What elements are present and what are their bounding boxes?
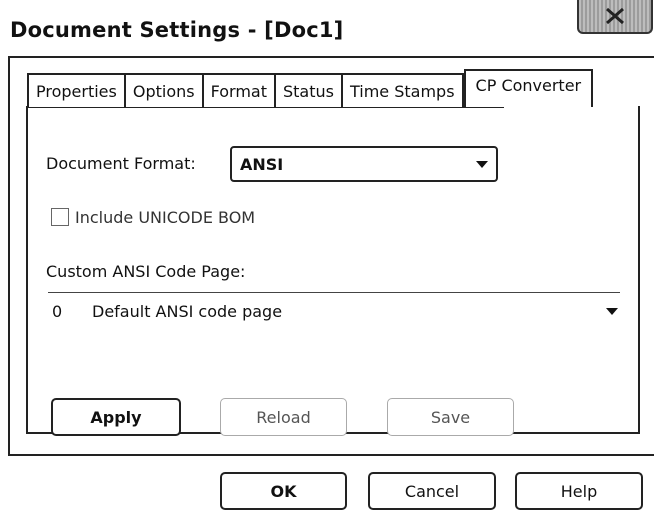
custom-code-page-label: Custom ANSI Code Page: xyxy=(46,262,246,281)
include-bom-checkbox[interactable] xyxy=(51,208,69,226)
cancel-button[interactable]: Cancel xyxy=(368,472,496,510)
apply-button[interactable]: Apply xyxy=(51,398,181,436)
chevron-down-icon xyxy=(476,160,488,168)
help-button[interactable]: Help xyxy=(515,472,643,510)
code-page-dropdown[interactable]: 0 Default ANSI code page xyxy=(48,298,618,324)
document-format-dropdown[interactable]: ANSI xyxy=(230,146,498,182)
reload-button[interactable]: Reload xyxy=(220,398,347,436)
tab-time-stamps[interactable]: Time Stamps xyxy=(342,73,464,107)
code-page-divider xyxy=(48,292,620,293)
tab-strip: Properties Options Format Status Time St… xyxy=(27,69,594,107)
window-title: Document Settings - [Doc1] xyxy=(10,18,344,42)
tab-cp-converter[interactable]: CP Converter xyxy=(463,69,594,107)
tab-format[interactable]: Format xyxy=(203,73,276,107)
tab-status[interactable]: Status xyxy=(275,73,343,107)
close-button[interactable] xyxy=(577,0,653,34)
document-settings-window: Document Settings - [Doc1] Properties Op… xyxy=(0,0,655,523)
save-button[interactable]: Save xyxy=(387,398,514,436)
chevron-down-icon xyxy=(606,307,618,315)
close-icon xyxy=(604,7,626,25)
tab-options[interactable]: Options xyxy=(125,73,204,107)
tab-properties[interactable]: Properties xyxy=(27,73,126,107)
document-format-value: ANSI xyxy=(240,154,284,174)
include-bom-label: Include UNICODE BOM xyxy=(75,208,256,227)
code-page-number: 0 xyxy=(52,301,63,321)
code-page-name: Default ANSI code page xyxy=(92,301,283,321)
ok-button[interactable]: OK xyxy=(220,472,347,510)
document-format-label: Document Format: xyxy=(46,154,196,173)
